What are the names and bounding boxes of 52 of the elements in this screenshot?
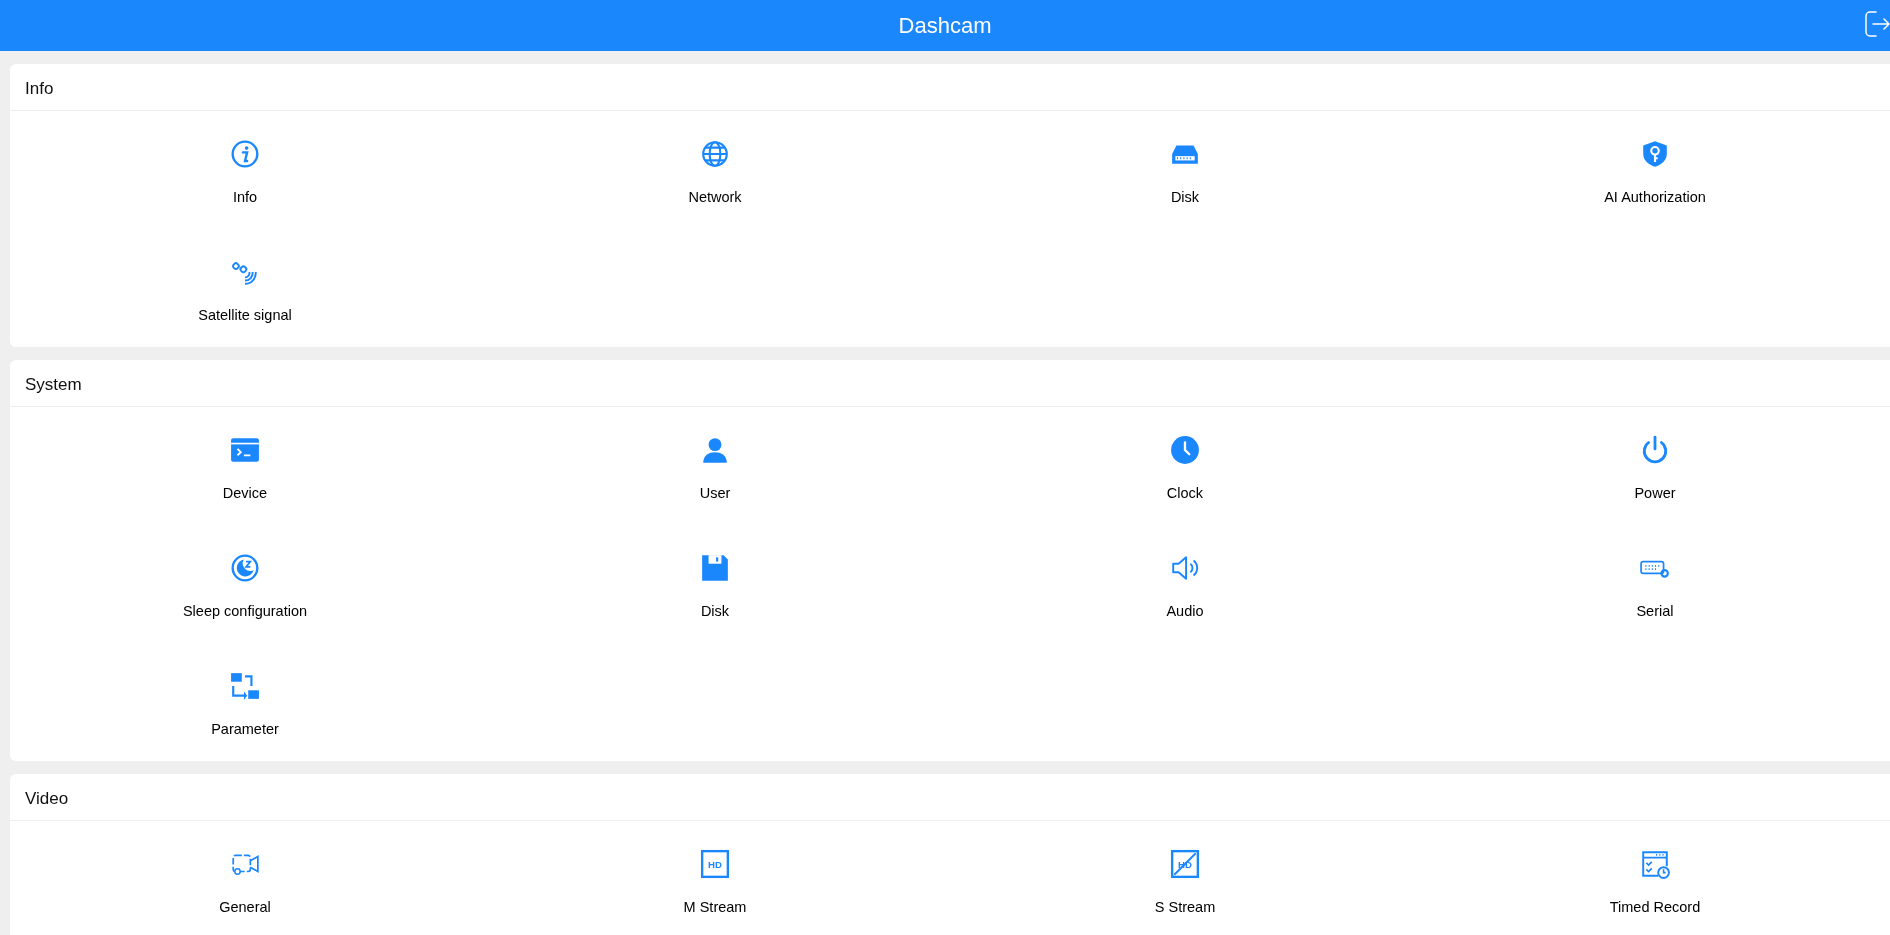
menu-tile[interactable]: Timed Record (1420, 821, 1890, 935)
tile-label: Disk (1170, 188, 1200, 207)
clock-icon (1170, 435, 1200, 465)
menu-tile[interactable]: Clock (950, 407, 1420, 525)
tile-label: Audio (1166, 602, 1204, 621)
shield-key-icon (1640, 139, 1670, 169)
menu-tile[interactable]: Audio (950, 525, 1420, 643)
tile-label: Info (232, 188, 258, 207)
calendar-clock-icon (1640, 849, 1670, 879)
tile-label: Serial (1636, 602, 1674, 621)
tile-label: Device (222, 484, 268, 503)
tile-label: AI Authorization (1604, 188, 1706, 207)
section-title: Video (25, 788, 69, 811)
menu-tile[interactable]: Sleep configuration (10, 525, 480, 643)
logout-icon[interactable] (1864, 10, 1890, 38)
speaker-icon (1170, 553, 1200, 583)
menu-tile[interactable]: AI Authorization (1420, 111, 1890, 229)
menu-tile[interactable]: General (10, 821, 480, 935)
tile-label: Sleep configuration (182, 602, 308, 621)
menu-tile[interactable]: Satellite signal (10, 229, 480, 347)
user-icon (700, 435, 730, 465)
menu-tile[interactable]: Disk (950, 111, 1420, 229)
menu-tile[interactable]: Disk (480, 525, 950, 643)
info-icon (230, 139, 260, 169)
tile-label: Clock (1166, 484, 1204, 503)
hd-icon: HD (700, 849, 730, 879)
tile-label: General (219, 898, 271, 917)
menu-tile[interactable]: HD M Stream (480, 821, 950, 935)
menu-tile[interactable]: Parameter (10, 643, 480, 761)
menu-tile[interactable]: Network (480, 111, 950, 229)
moon-icon (230, 553, 260, 583)
section-title: System (25, 374, 82, 397)
menu-tile[interactable]: Serial (1420, 525, 1890, 643)
terminal-window-icon (230, 435, 260, 465)
tile-label: Power (1634, 484, 1676, 503)
section-title: Info (25, 78, 54, 101)
app-title: Dashcam (898, 12, 992, 40)
tile-label: Timed Record (1609, 898, 1701, 917)
menu-tile[interactable]: Power (1420, 407, 1890, 525)
globe-icon (700, 139, 730, 169)
tile-label: User (699, 484, 731, 503)
tile-label: S Stream (1154, 898, 1216, 917)
power-icon (1640, 435, 1670, 465)
tile-label: Parameter (211, 720, 279, 739)
menu-tile[interactable]: User (480, 407, 950, 525)
swap-arrows-icon (230, 671, 260, 701)
tile-label: Network (688, 188, 742, 207)
tile-label: Satellite signal (198, 306, 292, 325)
tile-label: Disk (700, 602, 730, 621)
menu-tile[interactable]: Info (10, 111, 480, 229)
tile-label: M Stream (683, 898, 747, 917)
menu-tile[interactable]: Device (10, 407, 480, 525)
